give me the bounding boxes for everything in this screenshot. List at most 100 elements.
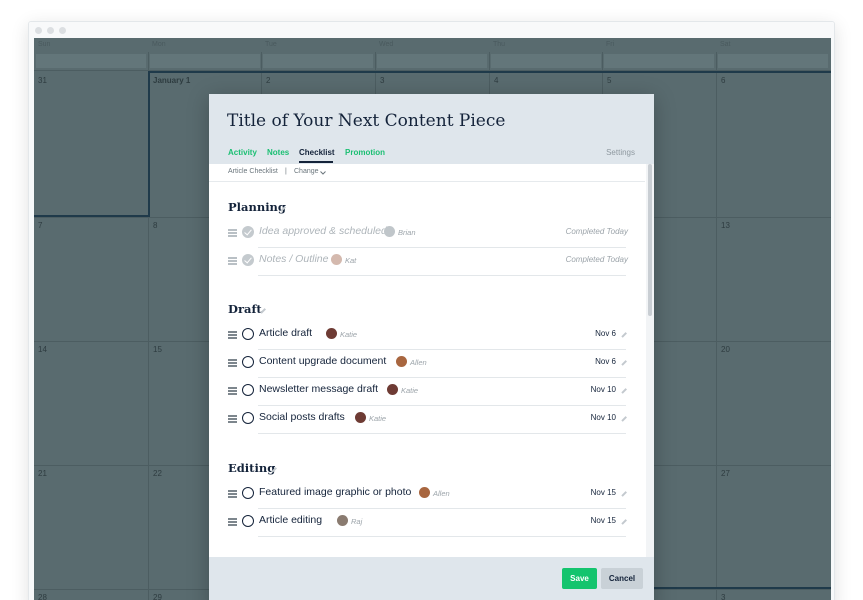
unscheduled-cell[interactable] bbox=[491, 54, 601, 68]
due-date[interactable]: Nov 6 bbox=[595, 357, 616, 366]
calendar-date: 22 bbox=[153, 469, 162, 478]
tab-notes[interactable]: Notes bbox=[267, 148, 289, 157]
calendar-date: 4 bbox=[494, 76, 499, 85]
checklist-item: Article draft Katie Nov 6 bbox=[228, 322, 628, 350]
checklist-item-label[interactable]: Featured image graphic or photo bbox=[259, 486, 411, 498]
scrollbar-thumb[interactable] bbox=[648, 164, 652, 316]
checklist-item: Social posts drafts Katie Nov 10 bbox=[228, 406, 628, 434]
edit-pencil-icon[interactable] bbox=[621, 491, 627, 497]
drag-handle-icon[interactable] bbox=[228, 490, 237, 498]
due-date[interactable]: Nov 15 bbox=[591, 488, 616, 497]
avatar bbox=[331, 254, 342, 265]
unscheduled-cell[interactable] bbox=[150, 54, 260, 68]
completed-check-icon[interactable] bbox=[242, 254, 254, 266]
drag-handle-icon[interactable] bbox=[228, 387, 237, 395]
modal-header: Title of Your Next Content Piece Activit… bbox=[209, 94, 654, 164]
drag-handle-icon[interactable] bbox=[228, 359, 237, 367]
assignee-name: Allen bbox=[410, 358, 427, 367]
checklist-item-label[interactable]: Newsletter message draft bbox=[259, 383, 378, 395]
incomplete-circle-icon[interactable] bbox=[242, 328, 254, 340]
due-date[interactable]: Nov 6 bbox=[595, 329, 616, 338]
calendar-date: 7 bbox=[38, 221, 43, 230]
cancel-button[interactable]: Cancel bbox=[601, 568, 643, 589]
day-name-sun: Sun bbox=[38, 41, 51, 48]
checklist-item: Idea approved & scheduled Brian Complete… bbox=[228, 220, 628, 248]
edit-pencil-icon[interactable] bbox=[621, 519, 627, 525]
due-date[interactable]: Nov 10 bbox=[591, 385, 616, 394]
calendar-date: 2 bbox=[266, 76, 271, 85]
due-date[interactable]: Nov 15 bbox=[591, 516, 616, 525]
section-title-planning: Planning bbox=[228, 200, 286, 214]
checklist-item: Notes / Outline Kat Completed Today bbox=[228, 248, 628, 276]
drag-handle-icon[interactable] bbox=[228, 229, 237, 237]
calendar-date: 14 bbox=[38, 345, 47, 354]
unscheduled-cell[interactable] bbox=[718, 54, 828, 68]
modal-title[interactable]: Title of Your Next Content Piece bbox=[227, 111, 505, 131]
calendar-day-header: Sun Mon Tue Wed Thu Fri Sat bbox=[34, 38, 831, 52]
window-close-dot[interactable] bbox=[35, 27, 42, 34]
completed-check-icon[interactable] bbox=[242, 226, 254, 238]
drag-handle-icon[interactable] bbox=[228, 331, 237, 339]
change-checklist-dropdown[interactable]: Change bbox=[294, 168, 319, 175]
checklist-item: Article editing Raj Nov 15 bbox=[228, 509, 628, 537]
incomplete-circle-icon[interactable] bbox=[242, 487, 254, 499]
edit-pencil-icon[interactable] bbox=[621, 388, 627, 394]
checklist-item-label[interactable]: Social posts drafts bbox=[259, 411, 345, 423]
unscheduled-cell[interactable] bbox=[263, 54, 373, 68]
calendar-date: 3 bbox=[380, 76, 385, 85]
calendar-date: January 1 bbox=[153, 76, 191, 85]
checklist-item-label[interactable]: Notes / Outline bbox=[259, 253, 328, 265]
calendar-date: 21 bbox=[38, 469, 47, 478]
day-name-mon: Mon bbox=[152, 41, 166, 48]
window-maximize-dot[interactable] bbox=[59, 27, 66, 34]
window-minimize-dot[interactable] bbox=[47, 27, 54, 34]
edit-pencil-icon[interactable] bbox=[621, 332, 627, 338]
month-boundary-line bbox=[34, 215, 150, 217]
drag-handle-icon[interactable] bbox=[228, 518, 237, 526]
avatar bbox=[326, 328, 337, 339]
chevron-down-icon[interactable] bbox=[320, 171, 326, 175]
calendar-date: 6 bbox=[721, 76, 726, 85]
avatar bbox=[387, 384, 398, 395]
unscheduled-cell[interactable] bbox=[604, 54, 714, 68]
assignee-name: Katie bbox=[401, 386, 419, 395]
row-divider bbox=[258, 433, 626, 434]
save-button[interactable]: Save bbox=[562, 568, 597, 589]
checklist-item-label[interactable]: Article editing bbox=[259, 514, 322, 526]
avatar bbox=[355, 412, 366, 423]
due-status: Completed Today bbox=[565, 227, 628, 236]
incomplete-circle-icon[interactable] bbox=[242, 356, 254, 368]
edit-pencil-icon[interactable] bbox=[621, 360, 627, 366]
drag-handle-icon[interactable] bbox=[228, 415, 237, 423]
day-name-sat: Sat bbox=[720, 41, 731, 48]
checklist-item: Content upgrade document Allen Nov 6 bbox=[228, 350, 628, 378]
checklist-item-label[interactable]: Content upgrade document bbox=[259, 355, 386, 367]
assignee-name: Raj bbox=[351, 517, 363, 526]
incomplete-circle-icon[interactable] bbox=[242, 412, 254, 424]
due-status: Completed Today bbox=[565, 255, 628, 264]
section-title-draft: Draft bbox=[228, 302, 262, 316]
drag-handle-icon[interactable] bbox=[228, 257, 237, 265]
assignee-name: Katie bbox=[340, 330, 358, 339]
unscheduled-cell[interactable] bbox=[36, 54, 146, 68]
incomplete-circle-icon[interactable] bbox=[242, 384, 254, 396]
unscheduled-cell[interactable] bbox=[377, 54, 487, 68]
active-tab-indicator bbox=[299, 161, 333, 163]
tab-checklist[interactable]: Checklist bbox=[299, 148, 335, 157]
calendar-date: 8 bbox=[153, 221, 158, 230]
assignee-name: Kat bbox=[345, 256, 357, 265]
edit-pencil-icon[interactable] bbox=[621, 416, 627, 422]
settings-link[interactable]: Settings bbox=[606, 148, 635, 157]
assignee-name: Allen bbox=[433, 489, 450, 498]
day-name-thu: Thu bbox=[493, 41, 506, 48]
checklist-item-label[interactable]: Article draft bbox=[259, 327, 312, 339]
tab-promotion[interactable]: Promotion bbox=[345, 148, 385, 157]
tab-activity[interactable]: Activity bbox=[228, 148, 257, 157]
checklist-item-label[interactable]: Idea approved & scheduled bbox=[259, 225, 387, 237]
row-divider bbox=[258, 536, 626, 537]
due-date[interactable]: Nov 10 bbox=[591, 413, 616, 422]
calendar-unscheduled-row bbox=[34, 52, 831, 70]
checklist-subbar: Article Checklist | Change bbox=[209, 164, 645, 182]
calendar-date: 13 bbox=[721, 221, 730, 230]
incomplete-circle-icon[interactable] bbox=[242, 515, 254, 527]
